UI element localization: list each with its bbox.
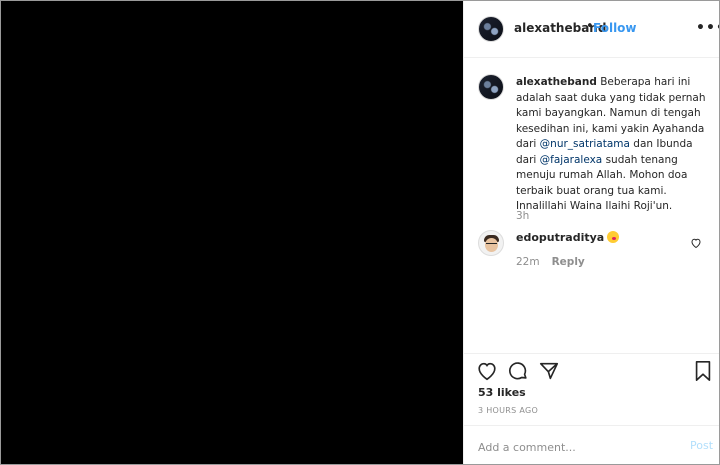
post-actions: 53 likes 3 HOURS AGO: [464, 353, 719, 426]
caption-author-avatar[interactable]: [478, 74, 504, 100]
follow-button[interactable]: Follow: [593, 21, 637, 35]
mention-link[interactable]: @nur_satriatama: [540, 138, 630, 150]
caption-text: alexatheband Beberapa hari ini adalah sa…: [516, 75, 706, 215]
author-avatar[interactable]: [478, 16, 504, 42]
post-window: alexatheband • Follow ••• alexatheband B…: [0, 0, 720, 465]
post-timestamp[interactable]: 3 HOURS AGO: [478, 406, 538, 415]
like-heart-icon[interactable]: [476, 360, 498, 382]
comments-section[interactable]: alexatheband Beberapa hari ini adalah sa…: [464, 58, 719, 353]
add-comment-bar: Post: [464, 425, 719, 464]
post-header: alexatheband • Follow •••: [464, 1, 719, 58]
add-comment-input[interactable]: [476, 437, 680, 457]
comment-bubble-icon[interactable]: [507, 360, 529, 382]
commenter-avatar[interactable]: [478, 230, 504, 256]
share-icon[interactable]: [538, 360, 560, 382]
commenter-username[interactable]: edoputraditya: [516, 231, 604, 244]
comment-like-heart-icon[interactable]: [690, 237, 702, 249]
comment-meta: 22m Reply: [516, 256, 585, 268]
reply-button[interactable]: Reply: [552, 256, 585, 268]
caption-username[interactable]: alexatheband: [516, 76, 597, 88]
post-image[interactable]: [1, 1, 463, 464]
post-side-panel: alexatheband • Follow ••• alexatheband B…: [463, 1, 719, 464]
caption-timestamp[interactable]: 3h: [516, 210, 529, 222]
mention-link[interactable]: @fajaralexa: [540, 154, 603, 166]
save-bookmark-icon[interactable]: [693, 360, 713, 382]
post-comment-button[interactable]: Post: [690, 439, 713, 452]
more-options-icon[interactable]: •••: [696, 20, 719, 36]
comment-text: edoputraditya: [516, 231, 620, 244]
kissing-face-emoji-icon: [607, 231, 620, 243]
likes-count[interactable]: 53 likes: [478, 386, 526, 399]
comment-timestamp[interactable]: 22m: [516, 256, 540, 268]
